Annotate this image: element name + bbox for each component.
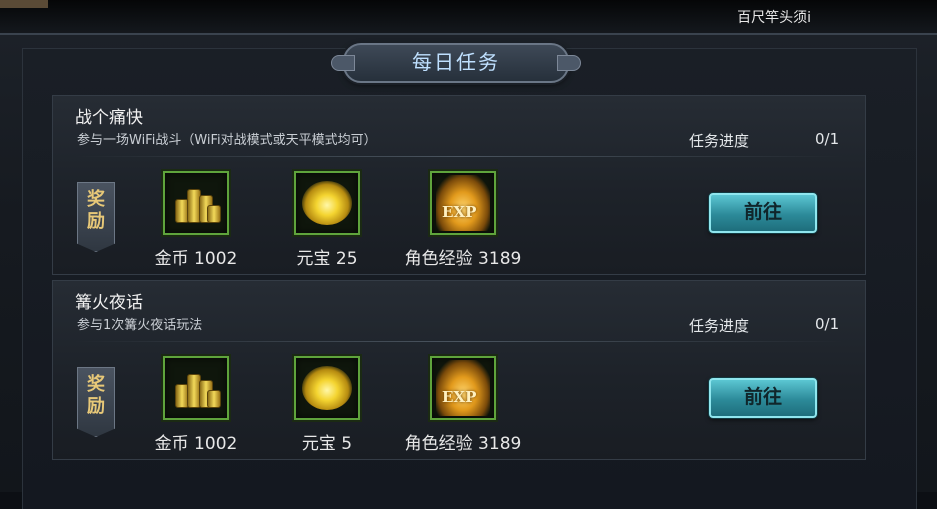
task-progress-label: 任务进度 — [689, 317, 750, 335]
reward-label: 金币 1002 — [154, 249, 238, 269]
task-name: 篝火夜话 — [75, 293, 143, 313]
reward-tag-text: 奖励 — [87, 189, 105, 232]
task-card: 战个痛快 参与一场WiFi战斗（WiFi对战模式或天平模式均可） 任务进度 0/… — [52, 95, 866, 275]
reward-item-exp[interactable]: EXP 角色经验 3189 — [403, 356, 523, 454]
reward-item-yuanbao[interactable]: 元宝 25 — [267, 171, 387, 269]
top-bar: 百尺竿头须i — [0, 0, 937, 34]
reward-item-gold[interactable]: 金币 1002 — [136, 356, 256, 454]
divider — [75, 341, 843, 342]
reward-tag-text: 奖励 — [87, 374, 105, 417]
reward-item-exp[interactable]: EXP 角色经验 3189 — [403, 171, 523, 269]
exp-icon-text: EXP — [442, 388, 477, 406]
reward-label: 元宝 25 — [296, 249, 358, 269]
reward-tag: 奖励 — [77, 367, 115, 437]
reward-tag: 奖励 — [77, 182, 115, 252]
task-progress-value: 0/1 — [815, 315, 840, 333]
reward-label: 金币 1002 — [154, 434, 238, 454]
task-progress-value: 0/1 — [815, 130, 840, 148]
task-name: 战个痛快 — [75, 108, 143, 128]
reward-label: 角色经验 3189 — [404, 249, 522, 269]
player-name: 百尺竿头须i — [737, 10, 811, 26]
reward-item-gold[interactable]: 金币 1002 — [136, 171, 256, 269]
reward-label: 元宝 5 — [301, 434, 353, 454]
exp-icon: EXP — [430, 171, 496, 235]
go-button[interactable]: 前往 — [709, 378, 817, 418]
task-description: 参与1次篝火夜话玩法 — [77, 318, 203, 333]
divider — [75, 156, 843, 157]
dialog-title: 每日任务 — [331, 43, 581, 83]
task-description: 参与一场WiFi战斗（WiFi对战模式或天平模式均可） — [77, 133, 377, 148]
task-progress-label: 任务进度 — [689, 132, 750, 150]
gold-coins-icon — [163, 171, 229, 235]
exp-icon: EXP — [430, 356, 496, 420]
reward-item-yuanbao[interactable]: 元宝 5 — [267, 356, 387, 454]
top-left-ornament — [0, 0, 48, 8]
task-card: 篝火夜话 参与1次篝火夜话玩法 任务进度 0/1 奖励 金币 1002 元宝 5… — [52, 280, 866, 460]
go-button[interactable]: 前往 — [709, 193, 817, 233]
gold-coins-icon — [163, 356, 229, 420]
reward-label: 角色经验 3189 — [404, 434, 522, 454]
yuanbao-ingot-icon — [294, 171, 360, 235]
exp-icon-text: EXP — [442, 203, 477, 221]
yuanbao-ingot-icon — [294, 356, 360, 420]
